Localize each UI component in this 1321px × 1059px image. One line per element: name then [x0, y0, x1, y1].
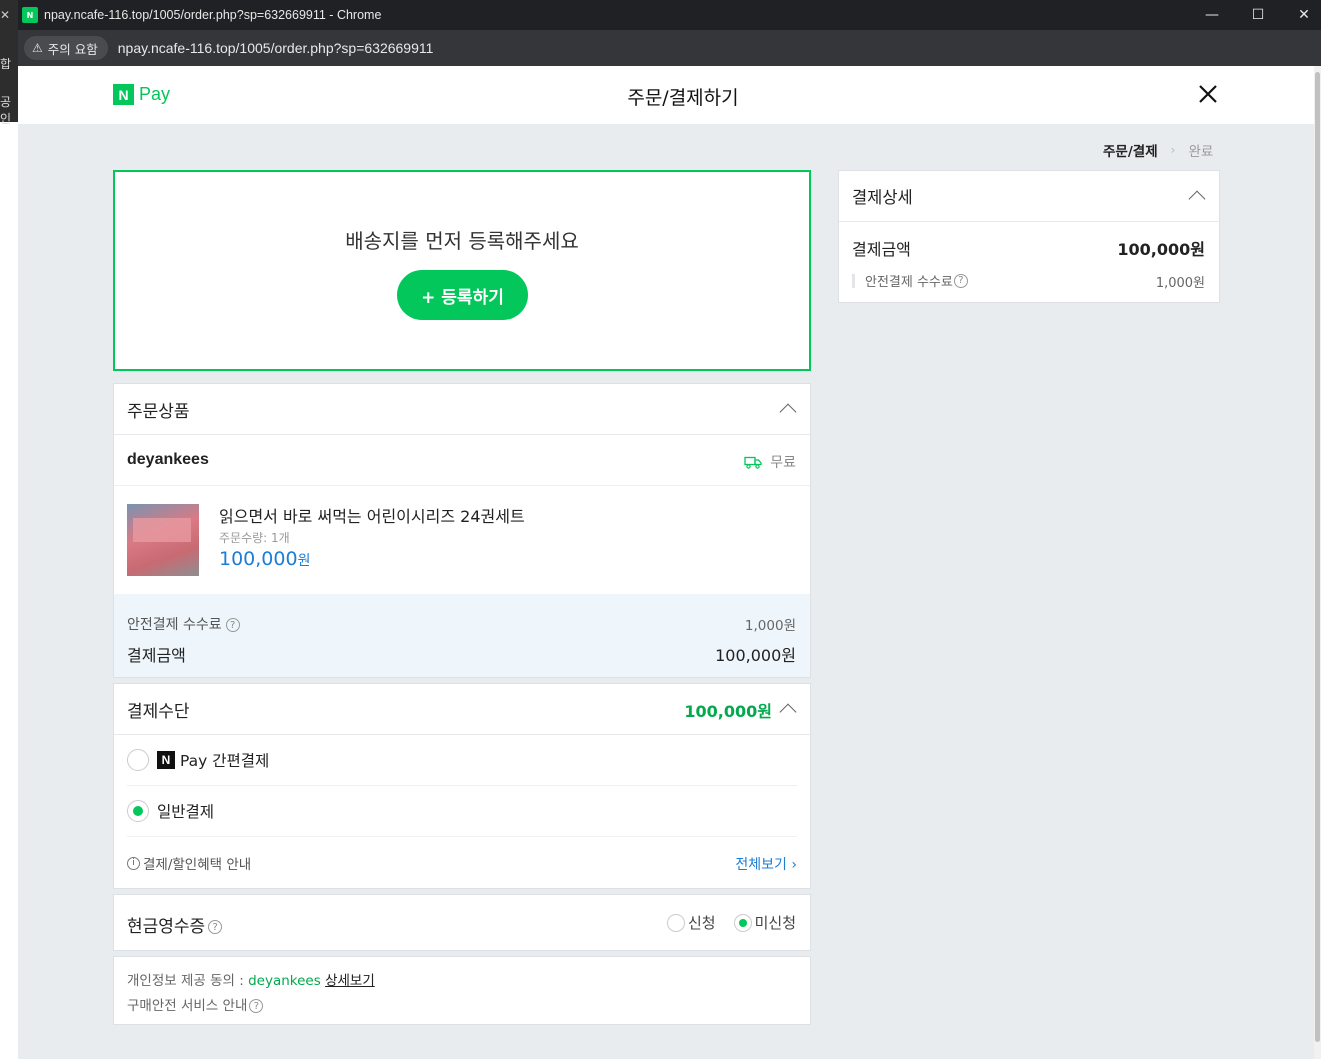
detail-fee-row: 안전결제 수수료?	[852, 271, 968, 290]
url-text[interactable]: npay.ncafe-116.top/1005/order.php?sp=632…	[118, 40, 434, 56]
cash-apply-label[interactable]: 신청	[688, 912, 716, 933]
product-price: 100,000원	[219, 548, 310, 570]
chevron-up-icon[interactable]	[1188, 190, 1206, 208]
payment-option-npay[interactable]: N Pay 간편결제	[127, 735, 797, 786]
view-all-link[interactable]: 전체보기 ›	[735, 854, 797, 874]
cash-receipt-options: 신청 미신청	[666, 912, 796, 933]
cash-none-label[interactable]: 미신청	[755, 912, 796, 933]
help-icon[interactable]: ?	[249, 999, 264, 1013]
safe-service-row: 구매안전 서비스 안내?	[127, 994, 264, 1014]
order-products-card: 주문상품 deyankees 무료 읽으면서 바로 써먹는 어린이시리즈 24권…	[113, 383, 811, 678]
detail-fee-value: 1,000원	[1155, 276, 1205, 291]
general-option-label: 일반결제	[157, 803, 215, 821]
fee-row: 안전결제 수수료?	[127, 614, 240, 634]
payment-method-header[interactable]: 결제수단 100,000원	[114, 684, 810, 735]
chevron-up-icon[interactable]	[779, 703, 797, 721]
popup-window: N npay.ncafe-116.top/1005/order.php?sp=6…	[18, 0, 1321, 1059]
breadcrumb: 주문/결제 › 완료	[1103, 140, 1213, 160]
cash-receipt-title-row: 현금영수증?	[127, 912, 223, 937]
npay-option-text: Pay 간편결제	[180, 752, 270, 770]
radio-npay[interactable]	[127, 749, 149, 771]
product-price-unit: 원	[297, 553, 311, 569]
seller-name: deyankees	[127, 451, 209, 468]
privacy-detail-link[interactable]: 상세보기	[325, 973, 375, 989]
payment-option-general[interactable]: 일반결제	[127, 786, 797, 837]
seller-row: deyankees 무료	[114, 435, 810, 486]
benefit-text: 결제/할인혜택 안내	[143, 857, 252, 873]
help-icon[interactable]: ?	[225, 618, 240, 632]
address-message: 배송지를 먼저 등록해주세요	[345, 229, 579, 253]
help-icon[interactable]: ?	[953, 273, 968, 288]
privacy-consent-row: 개인정보 제공 동의 : deyankees 상세보기	[127, 969, 375, 989]
section-title: 주문상품	[127, 401, 190, 422]
background-page-edge: 합 공인 ✕	[0, 0, 18, 1059]
section-title: 결제상세	[852, 188, 913, 207]
step-next: 완료	[1188, 144, 1214, 160]
chevron-up-icon[interactable]	[779, 403, 797, 421]
product-quantity: 주문수량: 1개	[219, 531, 290, 545]
privacy-info-card: 개인정보 제공 동의 : deyankees 상세보기 구매안전 서비스 안내?	[113, 956, 811, 1025]
radio-cash-none[interactable]	[733, 913, 752, 932]
order-products-header[interactable]: 주문상품	[114, 384, 810, 435]
list-item: 읽으면서 바로 써먹는 어린이시리즈 24권세트 주문수량: 1개 100,00…	[114, 486, 810, 593]
window-title: npay.ncafe-116.top/1005/order.php?sp=632…	[44, 8, 382, 22]
background-fragment: 공인	[0, 95, 12, 126]
window-titlebar: N npay.ncafe-116.top/1005/order.php?sp=6…	[18, 0, 1321, 30]
total-label: 결제금액	[127, 646, 186, 665]
scrollbar[interactable]	[1314, 66, 1321, 1059]
register-address-button[interactable]: + 등록하기	[397, 270, 528, 320]
security-warning-chip[interactable]: ⚠ 주의 요함	[24, 36, 108, 60]
safe-service-label: 구매안전 서비스 안내	[127, 998, 248, 1014]
payment-method-card: 결제수단 100,000원 N Pay 간편결제 일반결제 i 결제/할인혜택 …	[113, 683, 811, 889]
payment-amount: 100,000원	[684, 702, 772, 721]
radio-general[interactable]	[127, 800, 149, 822]
radio-cash-apply[interactable]	[666, 913, 685, 932]
fee-value: 1,000원	[744, 618, 796, 634]
divider	[852, 273, 855, 288]
order-summary-box: 안전결제 수수료? 1,000원 결제금액 100,000원	[114, 594, 810, 677]
warning-icon: ⚠	[32, 41, 43, 55]
address-bar[interactable]: ⚠ 주의 요함 npay.ncafe-116.top/1005/order.ph…	[18, 30, 1321, 66]
product-name[interactable]: 읽으면서 바로 써먹는 어린이시리즈 24권세트	[219, 503, 525, 527]
shipping-fee: 무료	[770, 455, 796, 471]
payment-detail-card: 결제상세 결제금액 100,000원 안전결제 수수료? 1,000원	[838, 170, 1220, 303]
maximize-icon[interactable]: ☐	[1235, 0, 1281, 30]
help-icon[interactable]: ?	[208, 920, 223, 934]
payment-benefit-row: i 결제/할인혜택 안내 전체보기 ›	[127, 837, 797, 889]
window-close-icon[interactable]: ✕	[1281, 0, 1321, 30]
fee-label: 안전결제 수수료	[127, 617, 222, 633]
close-icon[interactable]	[1196, 82, 1220, 106]
background-fragment: 합	[0, 57, 12, 71]
npay-mini-logo-icon: N	[157, 751, 175, 769]
page-header: N Pay 주문/결제하기	[18, 66, 1314, 124]
page-title: 주문/결제하기	[627, 87, 739, 109]
scrollbar-thumb[interactable]	[1315, 72, 1320, 1042]
privacy-consent-target: deyankees	[248, 973, 321, 989]
shipping-info: 무료	[744, 452, 796, 472]
detail-total-value: 100,000원	[1117, 240, 1205, 259]
chevron-right-icon: ›	[1170, 143, 1176, 157]
info-icon: i	[127, 856, 140, 870]
payment-detail-header[interactable]: 결제상세	[839, 171, 1219, 222]
minimize-icon[interactable]: —	[1189, 0, 1235, 30]
npay-option-label: N Pay 간편결제	[157, 749, 269, 771]
product-price-value: 100,000	[219, 548, 298, 570]
address-card: 배송지를 먼저 등록해주세요 + 등록하기	[113, 170, 811, 371]
product-thumbnail[interactable]	[127, 504, 199, 576]
privacy-consent-label: 개인정보 제공 동의 :	[127, 973, 249, 989]
detail-total-label: 결제금액	[852, 240, 911, 259]
security-warning-label: 주의 요함	[47, 41, 98, 57]
section-title: 결제수단	[127, 701, 190, 722]
cash-receipt-card: 현금영수증? 신청 미신청	[113, 894, 811, 951]
cash-receipt-title: 현금영수증	[127, 917, 206, 937]
npay-favicon-icon: N	[22, 7, 38, 23]
step-current: 주문/결제	[1103, 144, 1158, 160]
truck-icon	[744, 456, 762, 469]
detail-fee-label: 안전결제 수수료	[865, 275, 953, 290]
background-close-icon: ✕	[0, 8, 11, 22]
total-value: 100,000원	[715, 646, 796, 665]
